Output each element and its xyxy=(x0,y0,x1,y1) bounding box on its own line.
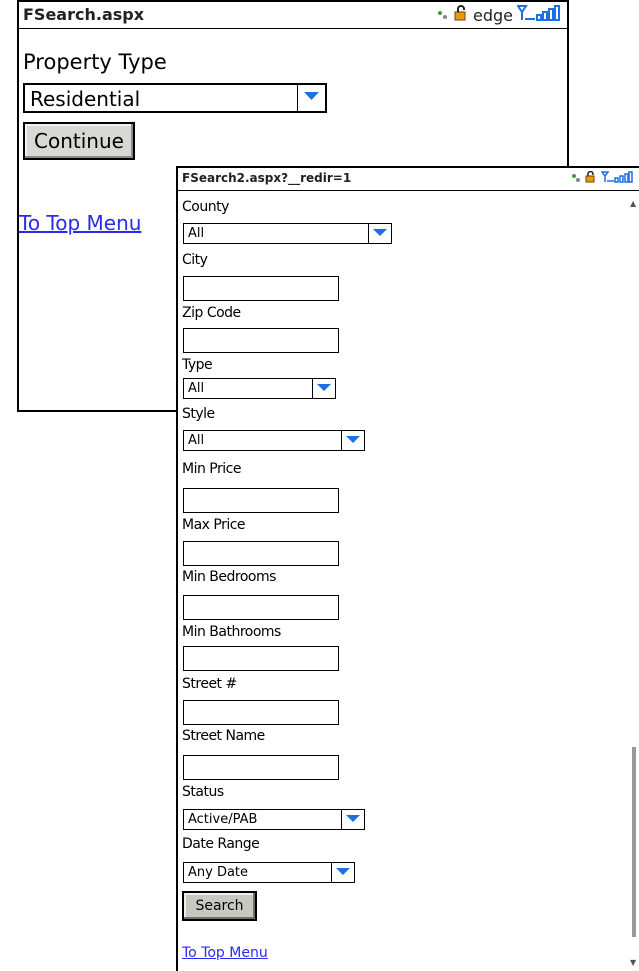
type-label: Type xyxy=(182,357,213,373)
street-number-label: Street # xyxy=(182,676,237,692)
property-type-value: Residential xyxy=(30,87,141,111)
date-range-select[interactable]: Any Date xyxy=(183,862,355,883)
city-label: City xyxy=(182,252,208,268)
dropdown-arrow-icon xyxy=(297,85,325,111)
status-value: Active/PAB xyxy=(188,812,258,827)
date-range-value: Any Date xyxy=(188,865,249,880)
dropdown-arrow-icon xyxy=(341,810,364,829)
min-price-label: Min Price xyxy=(182,461,241,477)
dropdown-arrow-icon xyxy=(331,863,354,882)
dropdown-arrow-icon xyxy=(368,224,391,243)
page-title: FSearch2.aspx?__redir=1 xyxy=(182,171,352,185)
screen-fsearch2: FSearch2.aspx?__redir=1 County All City … xyxy=(176,166,639,971)
status-select[interactable]: Active/PAB xyxy=(183,809,365,830)
city-input[interactable] xyxy=(183,276,339,301)
min-price-input[interactable] xyxy=(183,488,339,513)
street-name-label: Street Name xyxy=(182,728,265,744)
scroll-thumb[interactable] xyxy=(632,747,636,937)
lock-icon xyxy=(585,170,597,186)
type-select[interactable]: All xyxy=(183,378,336,399)
signal-icon xyxy=(516,5,561,25)
property-type-select[interactable]: Residential xyxy=(23,83,327,113)
type-value: All xyxy=(188,381,205,396)
county-select[interactable]: All xyxy=(183,223,392,244)
county-value: All xyxy=(188,226,205,241)
county-label: County xyxy=(182,199,229,215)
network-type-label: edge xyxy=(473,5,513,25)
status-area xyxy=(571,170,633,186)
scrollbar[interactable]: ▲ ▼ xyxy=(629,192,639,971)
status-label: Status xyxy=(182,784,224,800)
dropdown-arrow-icon xyxy=(341,431,364,450)
network-icon xyxy=(571,172,581,186)
top-menu-link[interactable]: To Top Menu xyxy=(182,945,268,961)
title-bar: FSearch.aspx edge xyxy=(19,2,567,29)
scroll-up-icon: ▲ xyxy=(630,199,637,208)
network-icon xyxy=(437,6,449,25)
zip-code-input[interactable] xyxy=(183,328,339,353)
date-range-label: Date Range xyxy=(182,836,260,852)
style-value: All xyxy=(188,433,205,448)
min-bathrooms-label: Min Bathrooms xyxy=(182,624,281,640)
style-select[interactable]: All xyxy=(183,430,365,451)
status-area: edge xyxy=(437,5,561,25)
lock-icon xyxy=(453,5,469,25)
top-menu-link[interactable]: To Top Menu xyxy=(19,211,141,235)
max-price-label: Max Price xyxy=(182,517,246,533)
min-bathrooms-input[interactable] xyxy=(183,646,339,671)
max-price-input[interactable] xyxy=(183,541,339,566)
min-bedrooms-label: Min Bedrooms xyxy=(182,569,276,585)
continue-button[interactable]: Continue xyxy=(23,122,135,160)
street-number-input[interactable] xyxy=(183,700,339,725)
title-bar: FSearch2.aspx?__redir=1 xyxy=(178,168,639,191)
street-name-input[interactable] xyxy=(183,755,339,780)
signal-icon xyxy=(600,171,633,186)
dropdown-arrow-icon xyxy=(312,379,335,398)
zip-code-label: Zip Code xyxy=(182,305,241,321)
search-button[interactable]: Search xyxy=(182,891,257,921)
page-title: FSearch.aspx xyxy=(23,5,145,24)
scroll-down-icon: ▼ xyxy=(630,958,637,967)
property-type-label: Property Type xyxy=(23,50,167,74)
style-label: Style xyxy=(182,406,215,422)
min-bedrooms-input[interactable] xyxy=(183,595,339,620)
